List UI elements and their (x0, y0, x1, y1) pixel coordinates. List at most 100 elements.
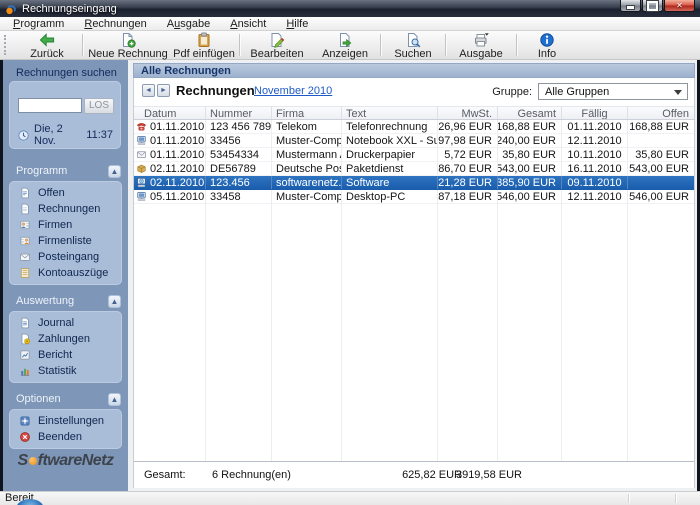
column-header-datum[interactable]: Datum (134, 107, 206, 119)
period-link[interactable]: November 2010 (254, 85, 332, 97)
clipboard-icon (196, 32, 212, 48)
maximize-icon (646, 0, 659, 12)
close-button[interactable]: ✕ (664, 0, 695, 12)
toolbar: Zurück Neue Rechnung Pdf einfügen Bearbeite… (0, 31, 700, 60)
app-icon[interactable] (5, 3, 17, 15)
grid-column (342, 198, 438, 461)
sidebar-item-journal[interactable]: Journal (10, 315, 121, 331)
column-header-mwst[interactable]: MwSt. (438, 107, 498, 119)
cell-datum-text: 02.11.2010 (150, 176, 205, 189)
window-title: Rechnungseingang (22, 2, 117, 15)
search-input[interactable] (18, 98, 82, 113)
grid-column (438, 198, 498, 461)
column-header-nummer[interactable]: Nummer (206, 107, 272, 119)
table-row[interactable]: 01.11.201053454334Mustermann AGDruckerpa… (134, 148, 694, 162)
sidebar-item-beenden[interactable]: Beenden (10, 429, 121, 445)
column-header-text[interactable]: Text (342, 107, 438, 119)
cell-gesamt: 168,88 EUR (498, 120, 562, 133)
table-row[interactable]: 02.11.2010 DE56789 Deutsche Post Paketdiens… (134, 162, 694, 176)
group-select[interactable]: Alle Gruppen (538, 83, 688, 100)
sidebar-item-label: Zahlungen (38, 333, 90, 345)
cell-offen: 35,80 EUR (635, 148, 689, 161)
sidebar-item-firmen[interactable]: Firmen (10, 217, 121, 233)
table-grid-background (134, 198, 694, 461)
sidebar-item-kontoauszüge[interactable]: Kontoauszüge (10, 265, 121, 281)
mail-icon (136, 149, 147, 160)
minimize-button[interactable] (620, 0, 641, 12)
maximize-button[interactable] (642, 0, 663, 12)
sidebar-item-posteingang[interactable]: Posteingang (10, 249, 121, 265)
menu-item-hilfe[interactable]: Hilfe (276, 17, 318, 30)
cell-datum-text: 01.11.2010 (150, 120, 205, 133)
cell-nummer: DE56789 (206, 162, 272, 175)
logo-dot (28, 457, 37, 465)
sidebar-item-bericht[interactable]: Bericht (10, 347, 121, 363)
cell-offen: 543,00 EUR (629, 162, 689, 175)
cell-datum-text: 01.11.2010 (150, 134, 205, 147)
menu-item-rechnungen[interactable]: Rechnungen (74, 17, 156, 30)
toolbar-separator (239, 34, 240, 56)
section-title: Auswertung (16, 295, 75, 307)
sidebar-item-zahlungen[interactable]: Zahlungen (10, 331, 121, 347)
cell-datum-text: 01.11.2010 (150, 148, 205, 161)
menu-item-ausgabe[interactable]: Au sgabe (157, 17, 220, 30)
section-panel-auswertung: Journal Zahlungen Bericht Statistik (9, 311, 122, 383)
menu-item-programm[interactable]: Programm (3, 17, 74, 30)
toolbar-button-suchen[interactable]: Suchen (383, 31, 443, 60)
sidebar-item-einstellungen[interactable]: Einstellungen (10, 413, 121, 429)
sidebar-sections: Programm ▲ Offen Rechnungen Firmen Firmenlist… (3, 155, 128, 449)
window-controls: ✕ (620, 0, 695, 12)
panel-title-bar: Alle Rechnungen (133, 63, 695, 78)
menu-item-ansicht[interactable]: Ansicht (220, 17, 276, 30)
toolbar-button-label: Anzeigen (322, 48, 368, 60)
next-month-button[interactable]: ► (157, 84, 170, 97)
table-row[interactable]: 01.11.2010 123 456 7890 Telekom Telefonrech… (134, 120, 694, 134)
cell-faellig: 10.11.2010 (562, 148, 628, 161)
cell-gesamt: 35,80 EUR (498, 148, 562, 161)
toolbar-separator (516, 34, 517, 56)
cell-gesamt: 1240,00 EUR (498, 134, 562, 147)
toolbar-button-neue-rechnung[interactable]: Neue Rechnung (85, 31, 171, 60)
sidebar-item-label: Firmenliste (38, 235, 92, 247)
journal-icon (19, 317, 31, 329)
search-go-button[interactable]: LOS (84, 98, 114, 114)
grid-column (206, 198, 272, 461)
toolbar-button-label: Pdf einfügen (173, 48, 235, 60)
collapse-button[interactable]: ▲ (108, 164, 121, 178)
collapse-button[interactable]: ▲ (108, 294, 121, 308)
sidebar-item-firmenliste[interactable]: Firmenliste (10, 233, 121, 249)
cell-faellig: 16.11.2010 (562, 162, 628, 175)
toolbar-button-info[interactable]: Info (519, 31, 575, 60)
clock-icon (17, 129, 30, 142)
sidebar-item-label: Kontoauszüge (38, 267, 109, 279)
column-header-offen[interactable]: Offen (628, 107, 694, 119)
doc-open-icon (19, 187, 31, 199)
toolbar-button-ausgabe[interactable]: Ausgabe (448, 31, 514, 60)
cell-firma: Deutsche Post (272, 162, 342, 175)
toolbar-button-anzeigen[interactable]: Anzeigen (312, 31, 378, 60)
cell-text: Notebook XXL - Su... (342, 134, 438, 147)
sidebar-item-rechnungen[interactable]: Rechnungen (10, 201, 121, 217)
column-header-gesamt[interactable]: Gesamt (498, 107, 562, 119)
toolbar-button-pdf-einfügen[interactable]: Pdf einfügen (171, 31, 237, 60)
sidebar-item-statistik[interactable]: Statistik (10, 363, 121, 379)
column-header-faellig[interactable]: Fällig (562, 107, 628, 119)
cell-text: Druckerpapier (342, 148, 438, 161)
sidebar-item-offen[interactable]: Offen (10, 185, 121, 201)
titlebar: Rechnungseingang ✕ (0, 0, 700, 17)
table-row[interactable]: 02.11.2010123.456softwarenetz.deSoftware… (134, 176, 694, 190)
cell-datum: 02.11.2010 (134, 162, 206, 175)
toolbar-button-bearbeiten[interactable]: Bearbeiten (242, 31, 312, 60)
toolbar-button-zurück[interactable]: Zurück (14, 31, 80, 60)
doc-edit-icon (269, 32, 285, 48)
main-area: Alle Rechnungen ◄ ► Rechnungen November … (128, 60, 697, 492)
toolbar-button-label: Bearbeiten (250, 48, 304, 60)
column-header-firma[interactable]: Firma (272, 107, 342, 119)
cell-gesamt: 543,00 EUR (498, 162, 562, 175)
toolbar-grip[interactable] (4, 35, 9, 55)
table-row[interactable]: 01.11.201033456Muster-ComputerNotebook X… (134, 134, 694, 148)
collapse-button[interactable]: ▲ (108, 392, 121, 406)
summary-label: Gesamt: (144, 469, 186, 481)
prev-month-button[interactable]: ◄ (142, 84, 155, 97)
mail-icon (19, 251, 31, 263)
